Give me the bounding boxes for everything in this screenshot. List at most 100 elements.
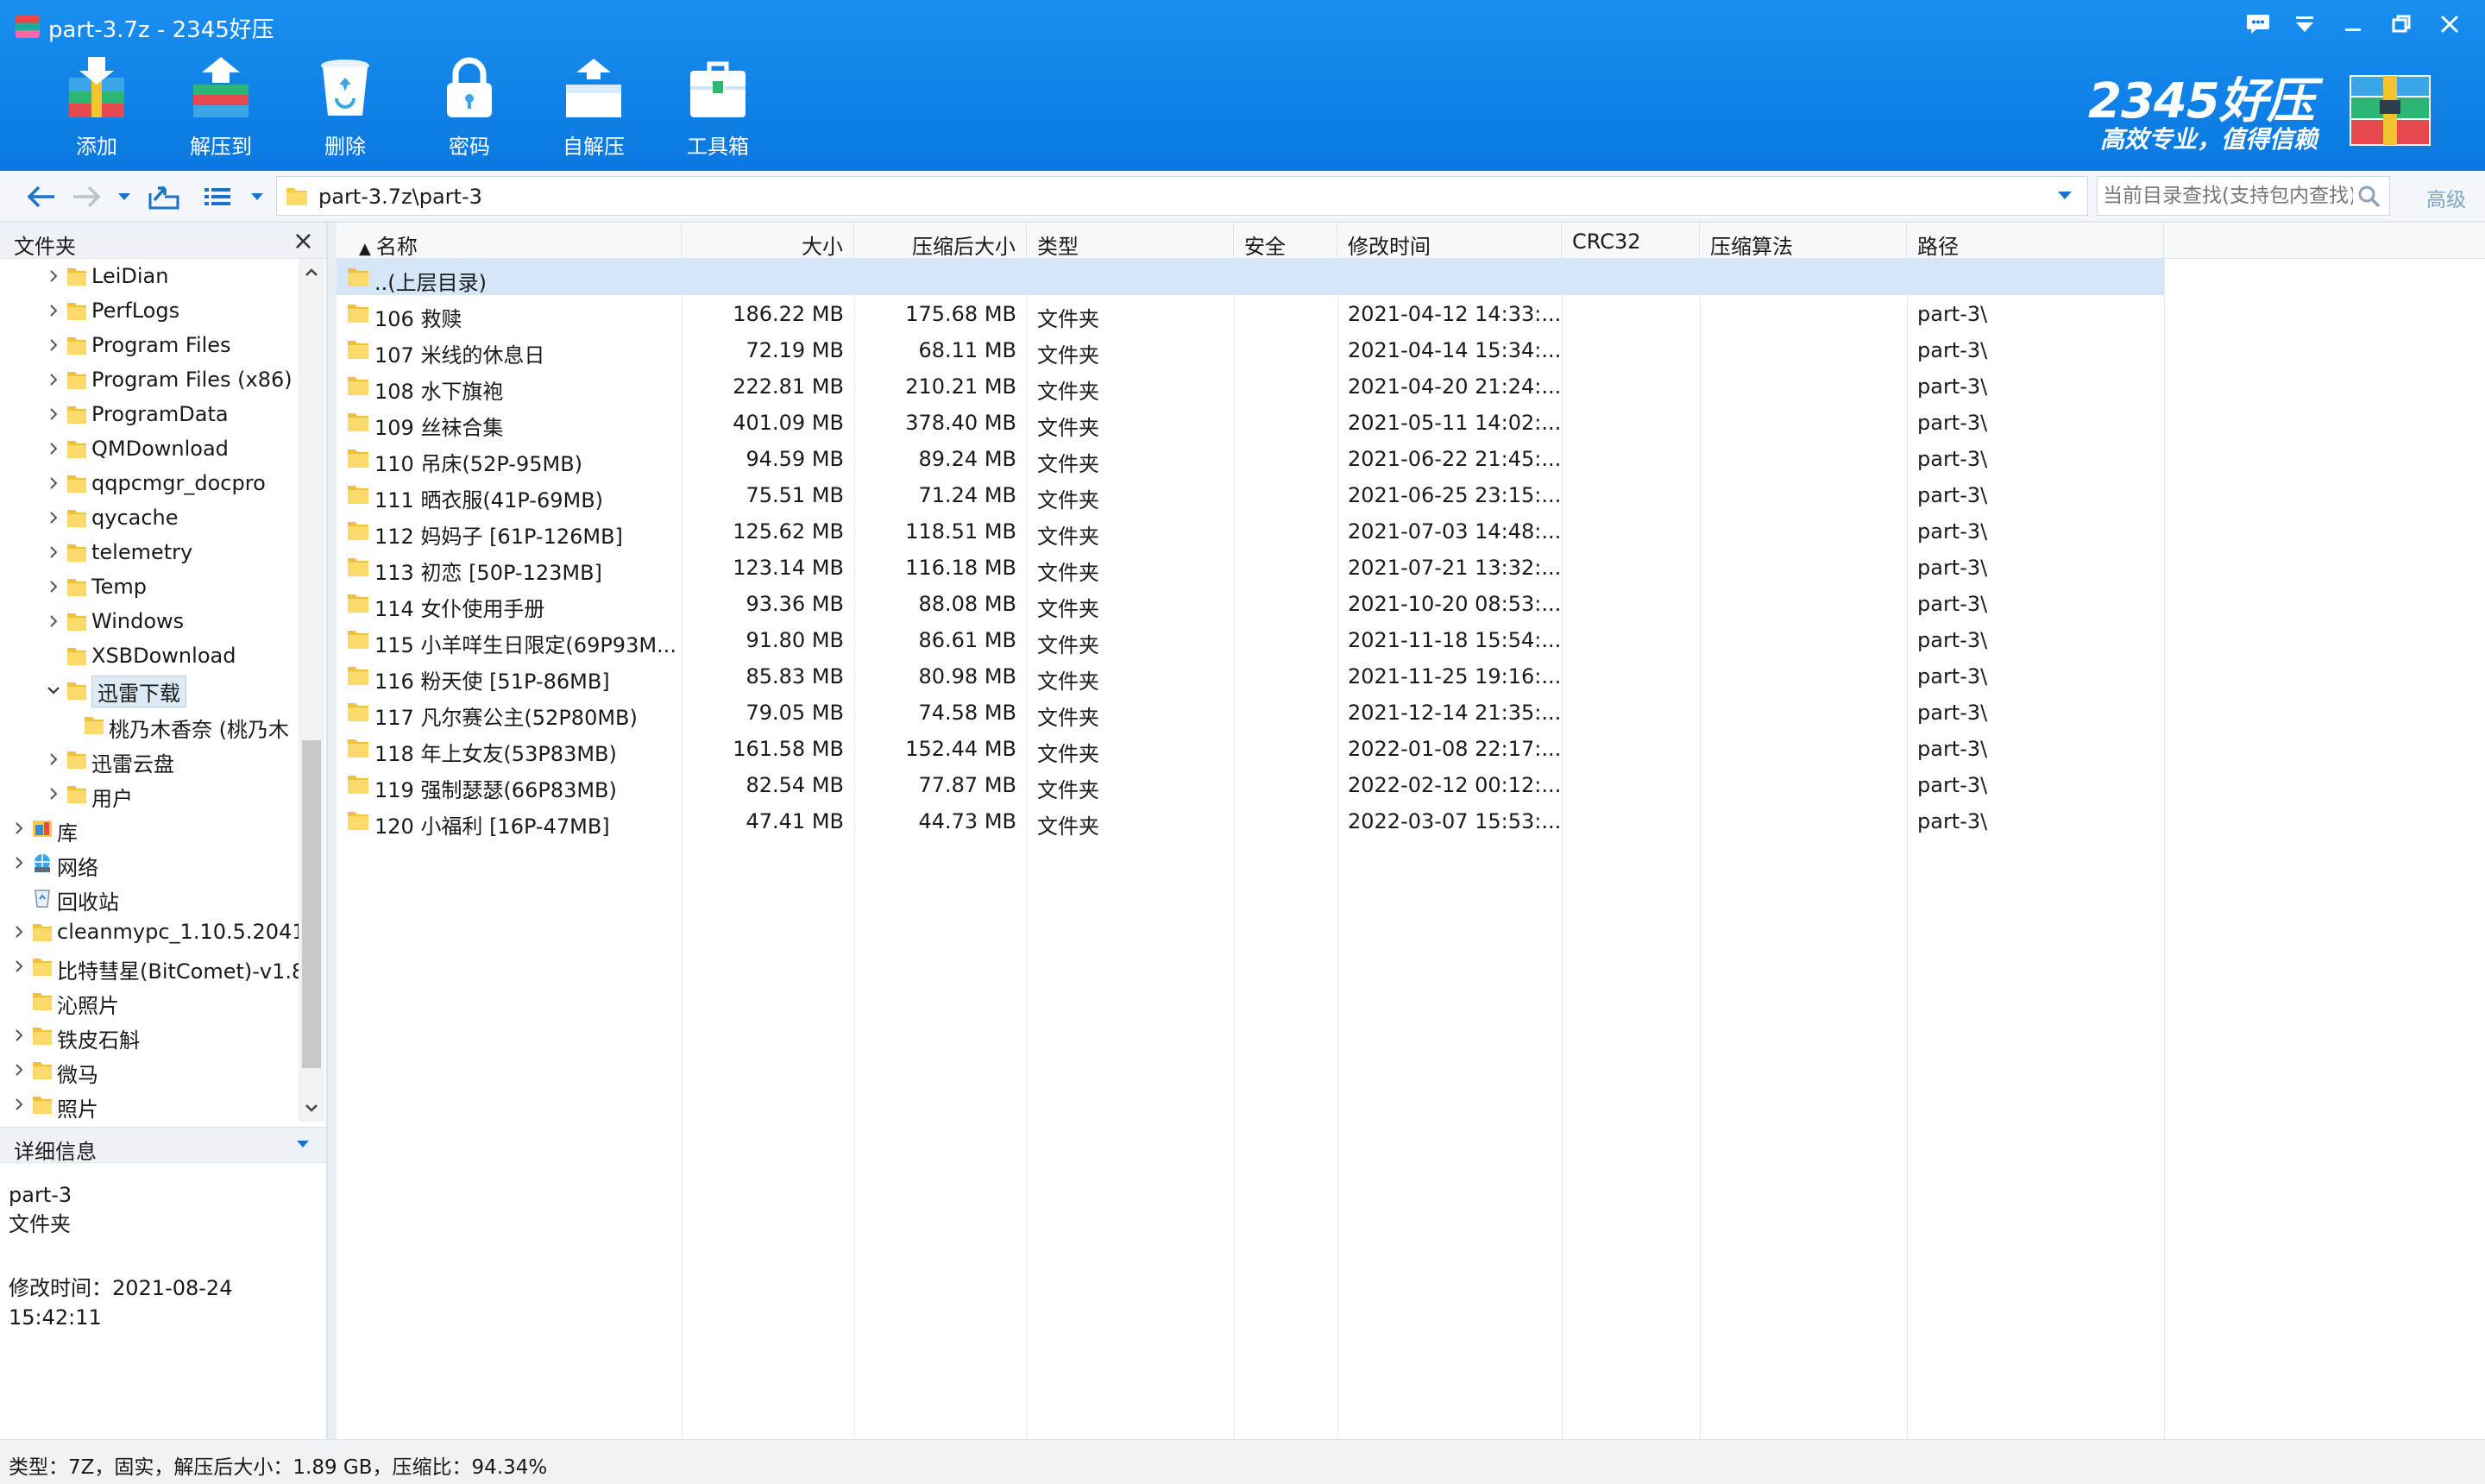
table-row[interactable]: 110 吊床(52P-95MB) 94.59 MB 89.24 MB 文件夹 2021-… bbox=[337, 440, 2485, 476]
chevron-right-icon[interactable] bbox=[45, 613, 62, 630]
tree-item[interactable]: 用户 bbox=[0, 777, 299, 811]
tree-item[interactable]: QMDownload bbox=[0, 431, 299, 466]
table-row[interactable]: 109 丝袜合集 401.09 MB 378.40 MB 文件夹 2021-05-11 … bbox=[337, 404, 2485, 440]
collapse-arrow-icon[interactable] bbox=[295, 1138, 311, 1150]
tree-item[interactable]: PerfLogs bbox=[0, 293, 299, 328]
tree-item[interactable]: 沁照片 bbox=[0, 984, 299, 1018]
tree-item[interactable]: 铁皮石斛 bbox=[0, 1018, 299, 1053]
table-row[interactable]: 114 女仆使用手册 93.36 MB 88.08 MB 文件夹 2021-10-20 … bbox=[337, 585, 2485, 621]
tree-item[interactable]: cleanmypc_1.10.5.2041 bbox=[0, 915, 299, 949]
chevron-right-icon[interactable] bbox=[45, 544, 62, 561]
forward-button[interactable] bbox=[69, 179, 104, 214]
table-row[interactable]: 119 强制瑟瑟(66P83MB) 82.54 MB 77.87 MB 文件夹 2022… bbox=[337, 766, 2485, 802]
chevron-right-icon[interactable] bbox=[45, 267, 62, 285]
advanced-search-link[interactable]: 高级 bbox=[2426, 183, 2466, 212]
password-button[interactable]: 密码 bbox=[407, 52, 532, 164]
scroll-thumb[interactable] bbox=[302, 740, 321, 1068]
chevron-right-icon[interactable] bbox=[10, 1061, 28, 1078]
up-folder-button[interactable] bbox=[147, 179, 181, 214]
chevron-right-icon[interactable] bbox=[10, 820, 28, 837]
chevron-right-icon[interactable] bbox=[10, 854, 28, 871]
feedback-icon[interactable] bbox=[2236, 5, 2280, 43]
title-bar[interactable]: part-3.7z - 2345好压 bbox=[0, 0, 2485, 52]
tree-item[interactable]: 比特彗星(BitComet)-v1.8 bbox=[0, 949, 299, 984]
chevron-right-icon[interactable] bbox=[10, 1096, 28, 1113]
scroll-up-icon[interactable] bbox=[303, 264, 320, 281]
chevron-right-icon[interactable] bbox=[45, 785, 62, 802]
chevron-right-icon[interactable] bbox=[45, 578, 62, 595]
path-combobox[interactable]: part-3.7z\part-3 bbox=[276, 176, 2088, 216]
delete-button[interactable]: 删除 bbox=[283, 52, 407, 164]
search-icon[interactable] bbox=[2356, 184, 2382, 210]
tree-item[interactable]: 网络 bbox=[0, 846, 299, 880]
column-header-size[interactable]: 大小 bbox=[682, 223, 854, 259]
chevron-right-icon[interactable] bbox=[45, 751, 62, 768]
view-list-icon[interactable] bbox=[200, 179, 235, 214]
tree-item[interactable]: qqpcmgr_docpro bbox=[0, 466, 299, 500]
column-header-modified[interactable]: 修改时间 bbox=[1337, 223, 1562, 259]
tree-item[interactable]: 迅雷下载 bbox=[0, 673, 299, 707]
close-pane-icon[interactable]: × bbox=[293, 226, 314, 256]
chevron-down-icon[interactable] bbox=[45, 682, 62, 699]
table-row[interactable]: 108 水下旗袍 222.81 MB 210.21 MB 文件夹 2021-04-20 … bbox=[337, 368, 2485, 404]
chevron-right-icon[interactable] bbox=[45, 475, 62, 492]
chevron-right-icon[interactable] bbox=[45, 371, 62, 388]
scroll-down-icon[interactable] bbox=[303, 1099, 320, 1116]
parent-directory-row[interactable]: ..(上层目录) bbox=[337, 259, 2164, 295]
table-row[interactable]: 107 米线的休息日 72.19 MB 68.11 MB 文件夹 2021-04-14 … bbox=[337, 331, 2485, 368]
restore-icon[interactable] bbox=[2380, 5, 2423, 43]
tree-item[interactable]: ProgramData bbox=[0, 397, 299, 431]
table-row[interactable]: 111 晒衣服(41P-69MB) 75.51 MB 71.24 MB 文件夹 2021… bbox=[337, 476, 2485, 512]
tree-item[interactable]: 回收站 bbox=[0, 880, 299, 915]
chevron-right-icon[interactable] bbox=[10, 958, 28, 975]
tree-item[interactable]: 迅雷云盘 bbox=[0, 742, 299, 777]
tree-item[interactable]: telemetry bbox=[0, 535, 299, 569]
tree-item[interactable]: Program Files bbox=[0, 328, 299, 362]
history-dropdown-icon[interactable] bbox=[107, 179, 142, 214]
tree-item[interactable]: 照片 bbox=[0, 1087, 299, 1122]
tree-item[interactable]: LeiDian bbox=[0, 259, 299, 293]
chevron-right-icon[interactable] bbox=[45, 440, 62, 457]
column-header-method[interactable]: 压缩算法 bbox=[1700, 223, 1907, 259]
search-input[interactable] bbox=[2103, 180, 2353, 211]
table-row[interactable]: 112 妈妈子 [61P-126MB] 125.62 MB 118.51 MB 文件夹… bbox=[337, 512, 2485, 549]
toolbox-button[interactable]: 工具箱 bbox=[656, 52, 780, 164]
column-header-name[interactable]: ▲ 名称 bbox=[337, 223, 682, 259]
table-row[interactable]: 117 凡尔赛公主(52P80MB) 79.05 MB 74.58 MB 文件夹 202… bbox=[337, 694, 2485, 730]
pane-splitter[interactable] bbox=[328, 223, 337, 1439]
chevron-right-icon[interactable] bbox=[45, 302, 62, 319]
column-header-packed[interactable]: 压缩后大小 bbox=[854, 223, 1027, 259]
chevron-right-icon[interactable] bbox=[45, 336, 62, 354]
tree-item[interactable]: Program Files (x86) bbox=[0, 362, 299, 397]
column-header-crc[interactable]: CRC32 bbox=[1562, 223, 1700, 259]
table-row[interactable]: 120 小福利 [16P-47MB] 47.41 MB 44.73 MB 文件夹 202… bbox=[337, 802, 2485, 839]
tree-item[interactable]: Temp bbox=[0, 569, 299, 604]
chevron-down-icon[interactable] bbox=[2056, 189, 2073, 201]
column-header-security[interactable]: 安全 bbox=[1234, 223, 1337, 259]
close-icon[interactable] bbox=[2428, 5, 2471, 43]
tree-item[interactable]: XSBDownload bbox=[0, 638, 299, 673]
chevron-right-icon[interactable] bbox=[10, 923, 28, 940]
chevron-right-icon[interactable] bbox=[10, 1027, 28, 1044]
tree-item[interactable]: Windows bbox=[0, 604, 299, 638]
extract-to-button[interactable]: 解压到 bbox=[159, 52, 283, 164]
add-button[interactable]: 添加 bbox=[35, 52, 159, 164]
table-row[interactable]: 116 粉天使 [51P-86MB] 85.83 MB 80.98 MB 文件夹 202… bbox=[337, 657, 2485, 694]
column-header-type[interactable]: 类型 bbox=[1027, 223, 1234, 259]
column-header-path[interactable]: 路径 bbox=[1907, 223, 2164, 259]
tree-item[interactable]: 库 bbox=[0, 811, 299, 846]
chevron-right-icon[interactable] bbox=[45, 406, 62, 423]
table-row[interactable]: 115 小羊咩生日限定(69P93M... 91.80 MB 86.61 MB 文件夹… bbox=[337, 621, 2485, 657]
minimize-icon[interactable] bbox=[2331, 5, 2375, 43]
chevron-right-icon[interactable] bbox=[45, 509, 62, 526]
table-row[interactable]: 113 初恋 [50P-123MB] 123.14 MB 116.18 MB 文件夹 2… bbox=[337, 549, 2485, 585]
table-row[interactable]: 106 救赎 186.22 MB 175.68 MB 文件夹 2021-04-12 14… bbox=[337, 295, 2485, 331]
tree-item[interactable]: 微马 bbox=[0, 1053, 299, 1087]
tree-item[interactable]: 桃乃木香奈 (桃乃木 bbox=[0, 707, 299, 742]
back-button[interactable] bbox=[24, 179, 59, 214]
details-header[interactable]: 详细信息 bbox=[0, 1127, 326, 1164]
tree-scrollbar[interactable] bbox=[299, 259, 324, 1122]
menu-dropdown-icon[interactable] bbox=[2283, 5, 2326, 43]
table-row[interactable]: 118 年上女友(53P83MB) 161.58 MB 152.44 MB 文件夹 20… bbox=[337, 730, 2485, 766]
self-extract-button[interactable]: 自解压 bbox=[532, 52, 656, 164]
